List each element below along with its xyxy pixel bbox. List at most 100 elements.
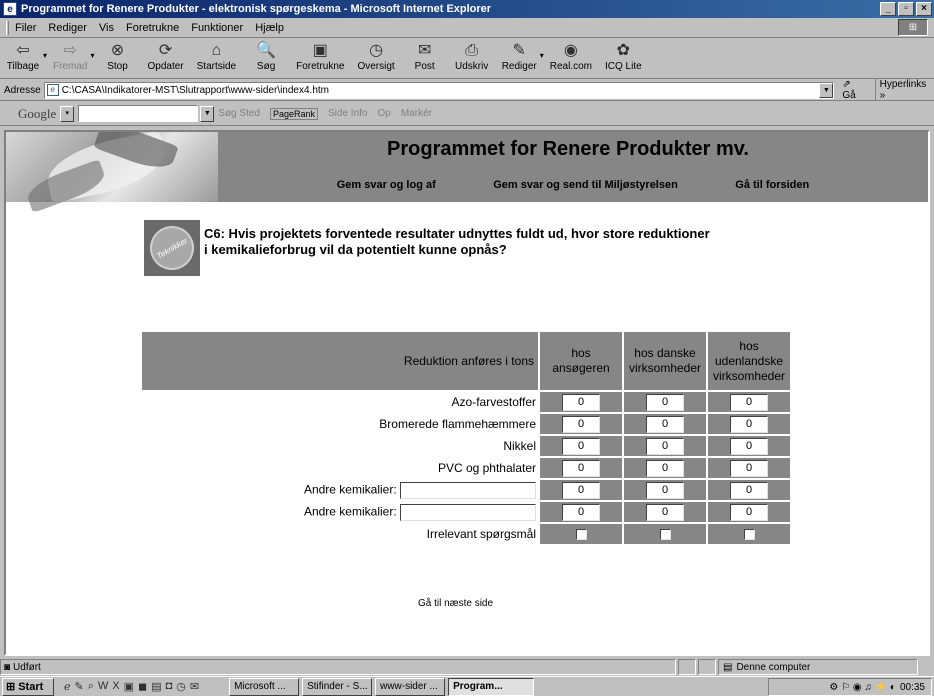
irrelevant-checkbox[interactable] <box>575 529 587 541</box>
start-button[interactable]: ⊞ Start <box>2 677 54 696</box>
amount-input[interactable]: 0 <box>646 393 684 411</box>
save-logout-link[interactable]: Gem svar og log af <box>337 179 436 191</box>
refresh-button[interactable]: ⟳ Opdater <box>147 41 183 72</box>
other-chemical-input[interactable] <box>400 481 536 499</box>
word-quicklaunch-icon[interactable]: W <box>98 680 108 693</box>
menu-funktioner[interactable]: Funktioner <box>191 22 243 34</box>
maximize-button[interactable]: ▫ <box>898 2 914 16</box>
amount-input[interactable]: 0 <box>646 415 684 433</box>
task-program[interactable]: Program... <box>448 677 535 696</box>
search-quicklaunch-icon[interactable]: ⌕ <box>88 680 94 693</box>
google-menu-dropdown-icon[interactable]: ▾ <box>60 105 75 122</box>
search-button[interactable]: 🔍 Søg <box>249 41 283 72</box>
task-stifinder[interactable]: Stifinder - S... <box>302 677 373 696</box>
standard-toolbar: ⇦ Tilbage ▾ ⇨ Fremad ▾ ⊗ Stop ⟳ Opdater ⌂ Sta… <box>0 39 934 79</box>
history-icon: ◷ <box>369 42 384 59</box>
reduction-table: Reduktion anføres i tons hos ansøgeren ho… <box>140 330 792 546</box>
back-button[interactable]: ⇦ Tilbage <box>6 41 40 72</box>
amount-input[interactable]: 0 <box>562 481 600 499</box>
amount-input[interactable]: 0 <box>562 393 600 411</box>
excel-quicklaunch-icon[interactable]: X <box>112 680 119 693</box>
hyperlinks-toolbar[interactable]: Hyperlinks » <box>874 79 934 101</box>
menu-foretrukne[interactable]: Foretrukne <box>126 22 179 34</box>
menu-filer[interactable]: Filer <box>15 22 36 34</box>
amount-input[interactable]: 0 <box>562 415 600 433</box>
irrelevant-checkbox[interactable] <box>743 529 755 541</box>
realcom-icon: ◉ <box>563 42 578 59</box>
edit-quicklaunch-icon[interactable]: ✎ <box>75 680 84 693</box>
toolbar-grip[interactable] <box>6 20 9 35</box>
task-microsoft[interactable]: Microsoft ... <box>229 677 300 696</box>
app-quicklaunch-icon[interactable]: ◼ <box>138 680 147 693</box>
amount-input[interactable]: 0 <box>730 393 768 411</box>
network-quicklaunch-icon[interactable]: ✉ <box>190 680 199 693</box>
icq-lite-button[interactable]: ✿ ICQ Lite <box>605 41 642 72</box>
forward-button[interactable]: ⇨ Fremad <box>53 41 87 72</box>
amount-input[interactable]: 0 <box>730 481 768 499</box>
windows-logo-icon: ⊞ <box>898 19 928 36</box>
back-dropdown-icon[interactable]: ▾ <box>43 51 47 60</box>
home-button[interactable]: ⌂ Startside <box>197 41 236 72</box>
amount-input[interactable]: 0 <box>562 437 600 455</box>
window-quicklaunch-icon[interactable]: ▣ <box>124 680 134 693</box>
address-input[interactable]: e C:\CASA\Indikatorer-MST\Slutrapport\ww… <box>43 81 835 99</box>
goto-front-page-link[interactable]: Gå til forsiden <box>735 179 809 191</box>
task-www-sider[interactable]: www-sider ... <box>375 677 446 696</box>
icq-icon: ✿ <box>616 42 631 59</box>
print-button[interactable]: ⎙ Udskriv <box>455 41 489 72</box>
irrelevant-checkbox[interactable] <box>659 529 671 541</box>
quick-launch: ℯ ✎ ⌕ W X ▣ ◼ ▤ ◘ ◷ ✉ <box>64 680 199 693</box>
page-viewport: Programmet for Renere Produkter mv. Gem … <box>4 130 930 656</box>
up-button[interactable]: Op <box>378 108 391 119</box>
favorites-button[interactable]: ▣ Foretrukne <box>296 41 344 72</box>
clock[interactable]: 00:35 <box>900 682 925 693</box>
clock-quicklaunch-icon[interactable]: ◷ <box>176 680 186 693</box>
save-send-link[interactable]: Gem svar og send til Miljøstyrelsen <box>493 179 678 191</box>
menu-bar: Filer Rediger Vis Foretrukne Funktioner … <box>0 18 934 38</box>
next-page-link[interactable]: Gå til næste side <box>418 598 493 609</box>
history-button[interactable]: ◷ Oversigt <box>357 41 394 72</box>
amount-input[interactable]: 0 <box>562 459 600 477</box>
other-chemical-input[interactable] <box>400 503 536 521</box>
close-button[interactable]: × <box>916 2 932 16</box>
amount-input[interactable]: 0 <box>646 437 684 455</box>
column-header-foreign: hos udenlandske virksomheder <box>708 332 790 390</box>
google-search-site-button[interactable]: Søg Sted <box>218 108 260 119</box>
menu-rediger[interactable]: Rediger <box>48 22 87 34</box>
amount-input[interactable]: 0 <box>730 459 768 477</box>
amount-input[interactable]: 0 <box>562 503 600 521</box>
google-search-dropdown-icon[interactable]: ▼ <box>200 105 215 122</box>
amount-input[interactable]: 0 <box>730 503 768 521</box>
menu-vis[interactable]: Vis <box>99 22 114 34</box>
edit-dropdown-icon[interactable]: ▾ <box>540 51 544 60</box>
table-row: Bromerede flammehæmmere 0 0 0 <box>142 414 790 434</box>
minimize-button[interactable]: _ <box>880 2 896 16</box>
windows-flag-icon: ⊞ <box>6 681 16 693</box>
forward-dropdown-icon[interactable]: ▾ <box>90 51 94 60</box>
menu-hjaelp[interactable]: Hjælp <box>255 22 284 34</box>
go-button[interactable]: ⇗ Gå <box>842 79 866 101</box>
amount-input[interactable]: 0 <box>730 437 768 455</box>
page-icon: e <box>46 84 59 96</box>
search-icon: 🔍 <box>256 42 277 59</box>
tray-icons[interactable]: ⚙ ⚐ ◉ ♫ ⚡ ◐ <box>829 682 896 693</box>
amount-input[interactable]: 0 <box>646 481 684 499</box>
status-bar: ◙ Udført ▤ Denne computer <box>0 658 934 676</box>
amount-input[interactable]: 0 <box>730 415 768 433</box>
tool-quicklaunch-icon[interactable]: ◘ <box>166 680 173 693</box>
mail-button[interactable]: ✉ Post <box>408 41 442 72</box>
realcom-button[interactable]: ◉ Real.com <box>550 41 592 72</box>
stop-button[interactable]: ⊗ Stop <box>100 41 134 72</box>
amount-input[interactable]: 0 <box>646 459 684 477</box>
highlight-button[interactable]: Markér <box>401 108 432 119</box>
google-search-input[interactable] <box>78 105 199 122</box>
media-quicklaunch-icon[interactable]: ▤ <box>151 680 161 693</box>
amount-input[interactable]: 0 <box>646 503 684 521</box>
address-dropdown-icon[interactable]: ▼ <box>819 82 834 98</box>
row-label: Nikkel <box>503 439 536 453</box>
google-logo[interactable]: Google <box>18 106 56 122</box>
window-titlebar[interactable]: e Programmet for Renere Produkter - elek… <box>0 0 934 18</box>
page-info-button[interactable]: Side Info <box>328 108 367 119</box>
ie-quicklaunch-icon[interactable]: ℯ <box>64 680 71 693</box>
edit-button[interactable]: ✎ Rediger <box>502 41 537 72</box>
